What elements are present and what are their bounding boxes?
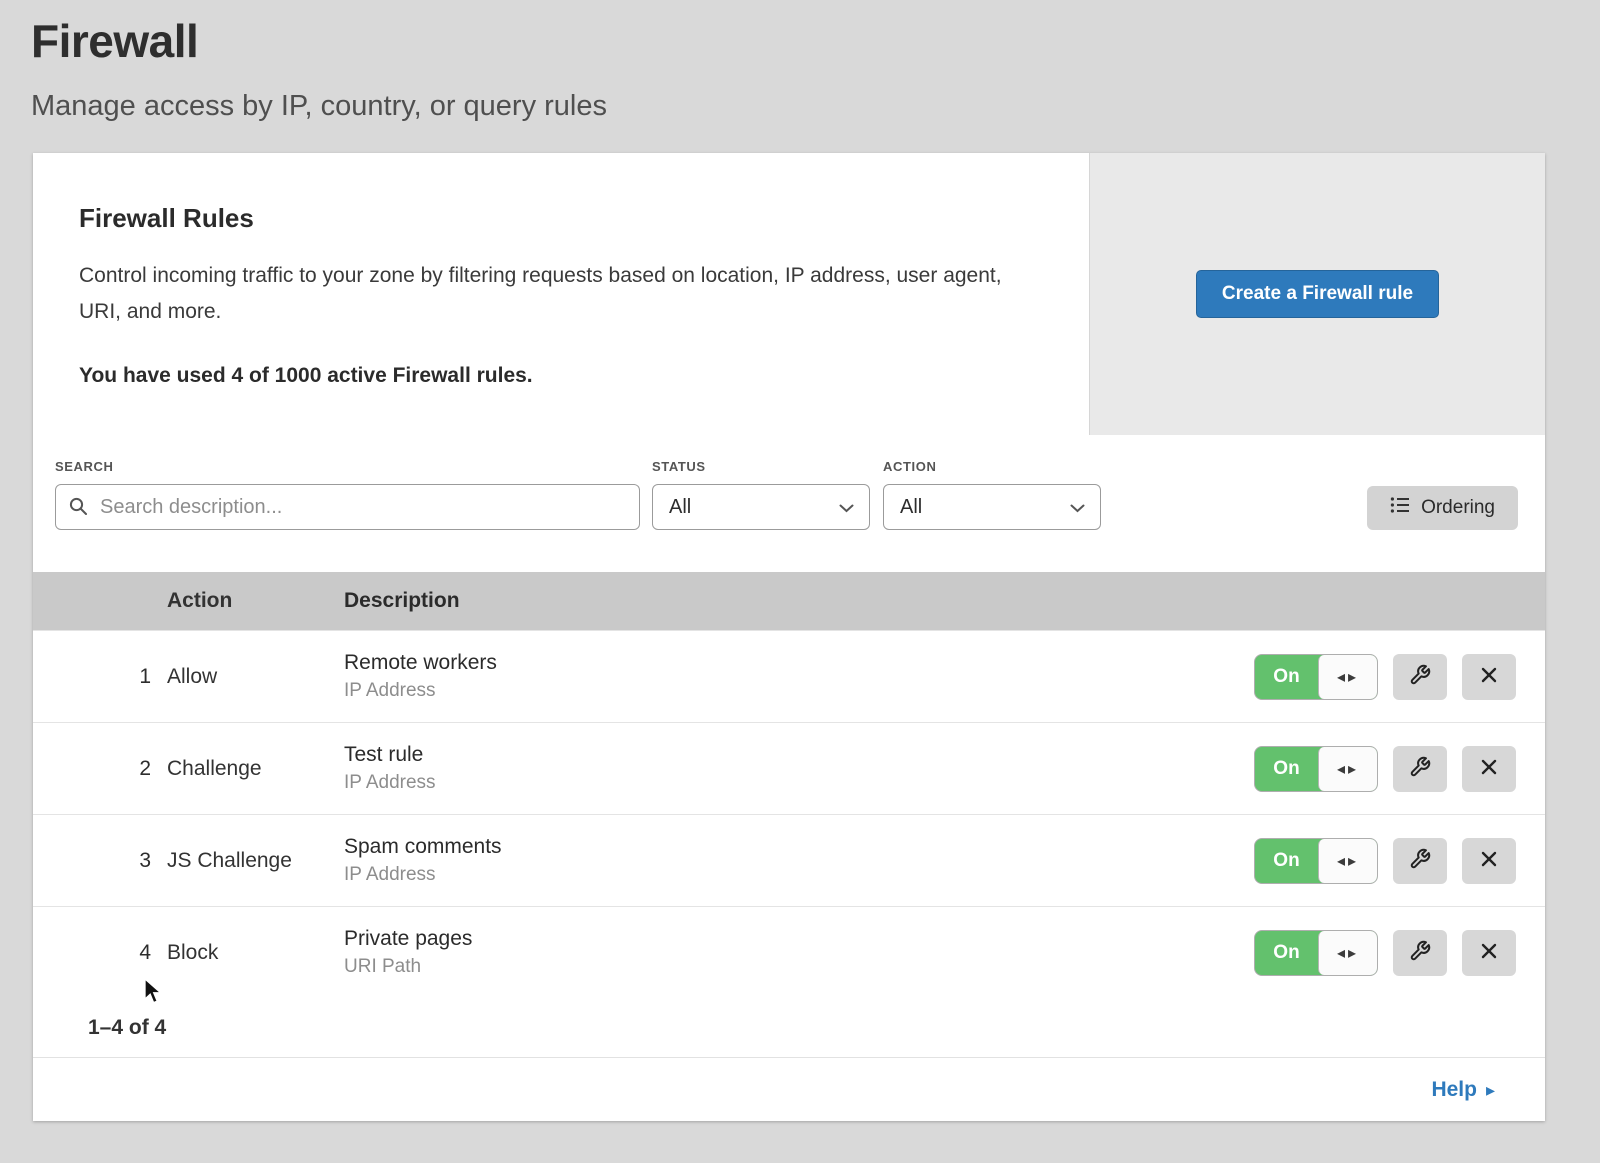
action-select-value: All xyxy=(900,496,922,519)
rule-controls: On ◂▸ xyxy=(1254,838,1545,884)
column-header-description: Description xyxy=(344,589,1545,613)
rule-field: IP Address xyxy=(344,864,1254,886)
toggle-state-label: On xyxy=(1255,655,1318,699)
edit-rule-button[interactable] xyxy=(1393,838,1447,884)
search-icon xyxy=(69,497,88,521)
wrench-icon xyxy=(1409,848,1431,873)
column-header-action: Action xyxy=(167,589,344,613)
card-description: Control incoming traffic to your zone by… xyxy=(79,258,1019,330)
card-action-panel: Create a Firewall rule xyxy=(1089,153,1545,435)
page-header: Firewall Manage access by IP, country, o… xyxy=(0,0,1600,123)
wrench-icon xyxy=(1409,756,1431,781)
search-label: SEARCH xyxy=(55,459,640,474)
page-title: Firewall xyxy=(31,14,1600,68)
rule-priority: 3 xyxy=(33,849,167,873)
rule-action: Block xyxy=(167,941,344,965)
card-heading: Firewall Rules xyxy=(79,203,1019,234)
status-select[interactable]: All xyxy=(652,484,870,530)
usage-summary: You have used 4 of 1000 active Firewall … xyxy=(79,364,1019,388)
rule-description-cell: Spam comments IP Address xyxy=(344,835,1254,886)
search-input-wrap xyxy=(55,484,640,530)
rule-enabled-toggle[interactable]: On ◂▸ xyxy=(1254,930,1378,976)
card-footer: Help ▸ xyxy=(33,1058,1545,1121)
rule-priority: 1 xyxy=(33,665,167,689)
ordering-button-label: Ordering xyxy=(1421,497,1495,519)
chevron-down-icon xyxy=(1070,496,1085,519)
toggle-knob-arrows-icon[interactable]: ◂▸ xyxy=(1318,931,1377,975)
delete-rule-button[interactable] xyxy=(1462,746,1516,792)
rule-description: Spam comments xyxy=(344,835,1254,859)
close-icon xyxy=(1480,942,1498,963)
table-row: 2 Challenge Test rule IP Address On ◂▸ xyxy=(33,722,1545,814)
delete-rule-button[interactable] xyxy=(1462,654,1516,700)
rule-priority: 4 xyxy=(33,941,167,965)
ordering-button[interactable]: Ordering xyxy=(1367,486,1518,530)
chevron-down-icon xyxy=(839,496,854,519)
help-link[interactable]: Help ▸ xyxy=(1431,1078,1495,1102)
table-row: 1 Allow Remote workers IP Address On ◂▸ xyxy=(33,630,1545,722)
close-icon xyxy=(1480,666,1498,687)
close-icon xyxy=(1480,758,1498,779)
rule-description: Remote workers xyxy=(344,651,1254,675)
rule-action: Allow xyxy=(167,665,344,689)
edit-rule-button[interactable] xyxy=(1393,654,1447,700)
rule-action: JS Challenge xyxy=(167,849,344,873)
table-row: 3 JS Challenge Spam comments IP Address … xyxy=(33,814,1545,906)
toggle-knob-arrows-icon[interactable]: ◂▸ xyxy=(1318,747,1377,791)
table-header: Action Description xyxy=(33,572,1545,630)
action-select[interactable]: All xyxy=(883,484,1101,530)
rule-description-cell: Private pages URI Path xyxy=(344,927,1254,978)
rule-field: IP Address xyxy=(344,680,1254,702)
filters-bar: SEARCH STATUS All ACTION All xyxy=(33,435,1545,572)
rule-description: Private pages xyxy=(344,927,1254,951)
rule-enabled-toggle[interactable]: On ◂▸ xyxy=(1254,838,1378,884)
toggle-state-label: On xyxy=(1255,747,1318,791)
rule-priority: 2 xyxy=(33,757,167,781)
rule-description-cell: Remote workers IP Address xyxy=(344,651,1254,702)
status-filter: STATUS All xyxy=(652,459,870,530)
action-filter: ACTION All xyxy=(883,459,1101,530)
toggle-knob-arrows-icon[interactable]: ◂▸ xyxy=(1318,839,1377,883)
pagination: 1–4 of 4 xyxy=(33,998,1545,1058)
search-filter: SEARCH xyxy=(55,459,640,530)
action-label: ACTION xyxy=(883,459,1101,474)
rule-description-cell: Test rule IP Address xyxy=(344,743,1254,794)
rule-controls: On ◂▸ xyxy=(1254,654,1545,700)
rule-enabled-toggle[interactable]: On ◂▸ xyxy=(1254,654,1378,700)
ordering-icon xyxy=(1390,496,1410,520)
edit-rule-button[interactable] xyxy=(1393,746,1447,792)
wrench-icon xyxy=(1409,940,1431,965)
rule-field: URI Path xyxy=(344,956,1254,978)
rule-description: Test rule xyxy=(344,743,1254,767)
pagination-text: 1–4 of 4 xyxy=(88,1016,166,1040)
card-intro-text: Firewall Rules Control incoming traffic … xyxy=(33,153,1089,435)
firewall-rules-card: Firewall Rules Control incoming traffic … xyxy=(33,153,1545,1121)
toggle-state-label: On xyxy=(1255,839,1318,883)
card-intro-section: Firewall Rules Control incoming traffic … xyxy=(33,153,1545,435)
status-select-value: All xyxy=(669,496,691,519)
search-input[interactable] xyxy=(55,484,640,530)
close-icon xyxy=(1480,850,1498,871)
rule-action: Challenge xyxy=(167,757,344,781)
rule-field: IP Address xyxy=(344,772,1254,794)
delete-rule-button[interactable] xyxy=(1462,838,1516,884)
rule-controls: On ◂▸ xyxy=(1254,746,1545,792)
rule-controls: On ◂▸ xyxy=(1254,930,1545,976)
table-row: 4 Block Private pages URI Path On ◂▸ xyxy=(33,906,1545,998)
edit-rule-button[interactable] xyxy=(1393,930,1447,976)
toggle-knob-arrows-icon[interactable]: ◂▸ xyxy=(1318,655,1377,699)
rule-enabled-toggle[interactable]: On ◂▸ xyxy=(1254,746,1378,792)
status-label: STATUS xyxy=(652,459,870,474)
page-subtitle: Manage access by IP, country, or query r… xyxy=(31,90,1600,123)
help-arrow-icon: ▸ xyxy=(1486,1081,1495,1099)
toggle-state-label: On xyxy=(1255,931,1318,975)
help-link-label: Help xyxy=(1431,1078,1477,1102)
delete-rule-button[interactable] xyxy=(1462,930,1516,976)
wrench-icon xyxy=(1409,664,1431,689)
create-firewall-rule-button[interactable]: Create a Firewall rule xyxy=(1196,270,1439,318)
